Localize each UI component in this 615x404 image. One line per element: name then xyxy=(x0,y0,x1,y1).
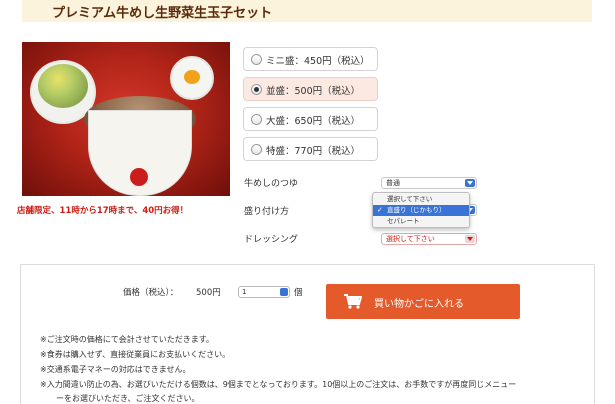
size-option-regular[interactable]: 並盛：500円（税込） xyxy=(243,77,378,101)
size-option-extra-large[interactable]: 特盛：770円（税込） xyxy=(243,137,378,161)
promo-text: 店舗限定、11時から17時まで、40円お得！ xyxy=(17,206,189,216)
dropdown-option-label: セパレート xyxy=(387,217,420,225)
chevron-down-icon xyxy=(465,235,475,243)
size-option-mini[interactable]: ミニ盛：450円（税込） xyxy=(243,47,378,71)
egg-yolk-image xyxy=(184,70,200,84)
note-line: ※食券は購入せず、直接従業員にお支払いください。 xyxy=(40,350,231,359)
product-photo xyxy=(22,42,230,196)
note-line: ※交通系電子マネーの対応はできません。 xyxy=(40,365,191,374)
note-line: ※ご注文時の価格にて会計させていただきます。 xyxy=(40,335,214,344)
quantity-unit: 個 xyxy=(294,288,303,298)
dressing-label: ドレッシング xyxy=(244,235,299,245)
quantity-select[interactable]: 1 xyxy=(238,286,290,298)
note-line: ※入力間違い防止の為、お選びいただける個数は、9個までとなっております。10個以… xyxy=(40,380,517,389)
tsuyu-select[interactable]: 普通 xyxy=(381,177,477,189)
radio-icon[interactable] xyxy=(251,84,262,95)
tsuyu-select-value: 普通 xyxy=(386,179,400,187)
bowl-logo-icon xyxy=(130,168,148,186)
dropdown-option-label: 選択して下さい xyxy=(387,195,433,203)
size-option-label: 大盛：650円（税込） xyxy=(266,116,361,127)
serving-label: 盛り付け方 xyxy=(244,207,290,217)
size-option-label: ミニ盛：450円（税込） xyxy=(266,56,370,67)
dressing-select[interactable]: 選択して下さい xyxy=(381,233,477,245)
checkmark-icon: ✓ xyxy=(377,206,383,214)
product-title: プレミアム牛めし生野菜生玉子セット xyxy=(52,6,273,21)
add-to-cart-label: 買い物かごに入れる xyxy=(374,299,464,310)
radio-icon[interactable] xyxy=(251,114,262,125)
radio-icon[interactable] xyxy=(251,54,262,65)
note-line: ーをお選びいただき、ご注文ください。 xyxy=(56,394,200,403)
dropdown-option-separate[interactable]: セパレート xyxy=(373,216,469,227)
price-label: 価格（税込）： xyxy=(123,288,179,298)
size-option-large[interactable]: 大盛：650円（税込） xyxy=(243,107,378,131)
dressing-select-value: 選択して下さい xyxy=(386,235,435,243)
price-value: 500円 xyxy=(196,288,221,298)
tsuyu-label: 牛めしのつゆ xyxy=(244,179,299,189)
size-option-label: 並盛：500円（税込） xyxy=(266,86,361,97)
cart-icon xyxy=(344,294,362,309)
dropdown-option-direct[interactable]: ✓ 直盛り（じかもり） xyxy=(373,205,469,216)
size-option-label: 特盛：770円（税込） xyxy=(266,146,361,157)
chevron-down-icon xyxy=(280,288,288,296)
serving-dropdown-menu: 選択して下さい ✓ 直盛り（じかもり） セパレート xyxy=(372,192,470,228)
add-to-cart-button[interactable]: 買い物かごに入れる xyxy=(326,284,520,319)
chevron-down-icon xyxy=(465,179,475,187)
title-bar: プレミアム牛めし生野菜生玉子セット xyxy=(22,0,592,22)
dropdown-option-placeholder[interactable]: 選択して下さい xyxy=(373,194,469,205)
dropdown-option-label: 直盛り（じかもり） xyxy=(387,206,446,214)
quantity-value: 1 xyxy=(242,288,247,296)
radio-icon[interactable] xyxy=(251,144,262,155)
salad-image xyxy=(38,64,88,108)
